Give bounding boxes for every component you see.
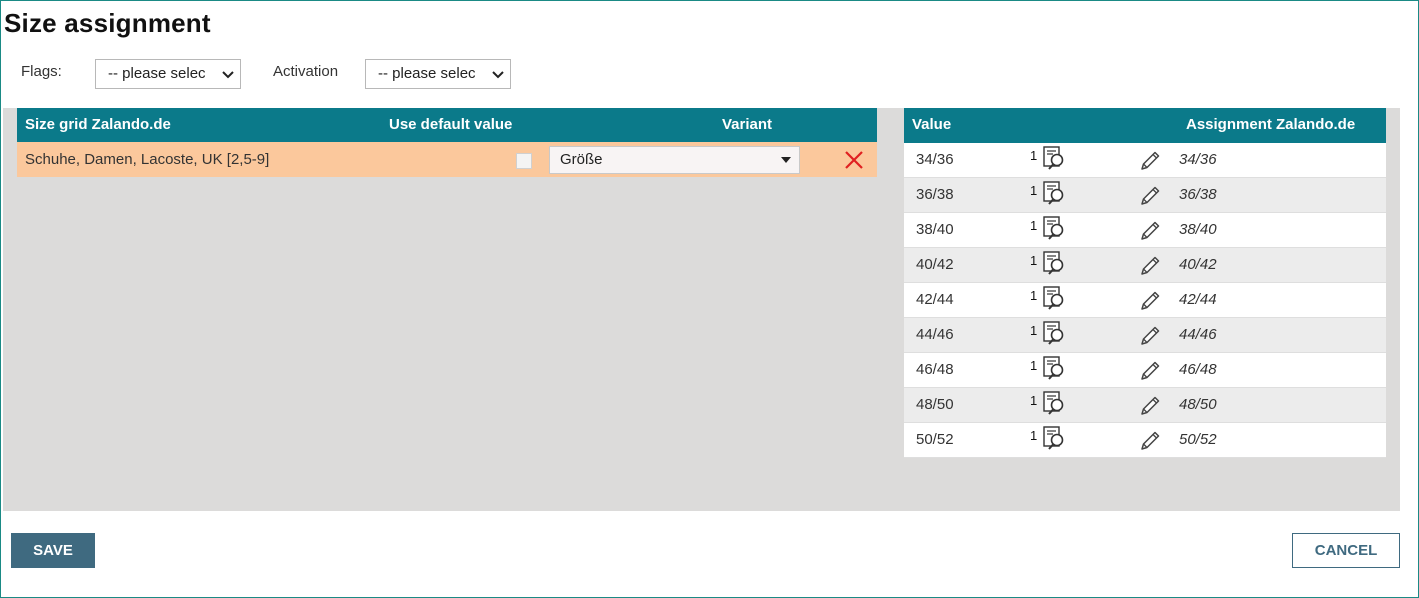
assignment-text: 48/50	[1179, 396, 1217, 413]
value-text: 44/46	[916, 326, 954, 343]
pencil-icon[interactable]	[1138, 254, 1162, 278]
value-count: 1	[1030, 218, 1038, 233]
pencil-icon[interactable]	[1138, 359, 1162, 383]
value-text: 42/44	[916, 291, 954, 308]
value-text: 38/40	[916, 221, 954, 238]
chevron-down-icon	[492, 65, 504, 83]
assignment-text: 42/44	[1179, 291, 1217, 308]
activation-label: Activation	[273, 63, 339, 80]
activation-select[interactable]: -- please selec	[365, 59, 511, 89]
value-row: 34/36 1 34/36	[904, 143, 1386, 178]
value-text: 36/38	[916, 186, 954, 203]
variant-select[interactable]: Größe	[549, 146, 800, 174]
col-use-default: Use default value	[389, 116, 513, 133]
flags-select[interactable]: -- please selec	[95, 59, 241, 89]
assignment-text: 34/36	[1179, 151, 1217, 168]
document-search-icon[interactable]	[1042, 285, 1066, 311]
document-search-icon[interactable]	[1042, 390, 1066, 416]
col-variant: Variant	[722, 116, 773, 133]
pencil-icon[interactable]	[1138, 394, 1162, 418]
document-search-icon[interactable]	[1042, 250, 1066, 276]
value-row: 38/40 1 38/40	[904, 213, 1386, 248]
value-count: 1	[1030, 288, 1038, 303]
pencil-icon[interactable]	[1138, 219, 1162, 243]
use-default-checkbox[interactable]	[516, 153, 532, 169]
value-count: 1	[1030, 253, 1038, 268]
pencil-icon[interactable]	[1138, 184, 1162, 208]
flags-select-value: -- please selec	[108, 65, 206, 82]
value-count: 1	[1030, 358, 1038, 373]
value-row: 46/48 1 46/48	[904, 353, 1386, 388]
value-row: 50/52 1 50/52	[904, 423, 1386, 458]
value-count: 1	[1030, 428, 1038, 443]
value-row: 42/44 1 42/44	[904, 283, 1386, 318]
assignment-text: 50/52	[1179, 431, 1217, 448]
document-search-icon[interactable]	[1042, 320, 1066, 346]
value-row: 48/50 1 48/50	[904, 388, 1386, 423]
document-search-icon[interactable]	[1042, 145, 1066, 171]
page-title: Size assignment	[4, 8, 211, 38]
value-text: 48/50	[916, 396, 954, 413]
chevron-down-icon	[222, 65, 234, 83]
document-search-icon[interactable]	[1042, 355, 1066, 381]
assignment-text: 38/40	[1179, 221, 1217, 238]
size-grid-header: Size grid Zalando.de Use default value V…	[17, 108, 877, 142]
size-grid-row[interactable]: Schuhe, Damen, Lacoste, UK [2,5-9] Größe	[17, 142, 877, 177]
pencil-icon[interactable]	[1138, 149, 1162, 173]
assignment-text: 46/48	[1179, 361, 1217, 378]
close-icon[interactable]	[843, 149, 865, 171]
value-text: 46/48	[916, 361, 954, 378]
col-assignment: Assignment Zalando.de	[1186, 116, 1356, 133]
value-count: 1	[1030, 323, 1038, 338]
col-size-grid: Size grid Zalando.de	[25, 116, 171, 133]
document-search-icon[interactable]	[1042, 215, 1066, 241]
pencil-icon[interactable]	[1138, 324, 1162, 348]
value-text: 50/52	[916, 431, 954, 448]
flags-label: Flags:	[21, 63, 62, 80]
value-row: 44/46 1 44/46	[904, 318, 1386, 353]
value-row: 40/42 1 40/42	[904, 248, 1386, 283]
document-search-icon[interactable]	[1042, 180, 1066, 206]
value-count: 1	[1030, 183, 1038, 198]
col-value: Value	[912, 116, 952, 133]
assignment-text: 36/38	[1179, 186, 1217, 203]
cancel-button[interactable]: CANCEL	[1292, 533, 1400, 568]
value-text: 40/42	[916, 256, 954, 273]
values-header: Value Assignment Zalando.de	[904, 108, 1386, 143]
caret-down-icon	[781, 157, 791, 163]
value-count: 1	[1030, 393, 1038, 408]
value-row: 36/38 1 36/38	[904, 178, 1386, 213]
assignment-text: 40/42	[1179, 256, 1217, 273]
value-count: 1	[1030, 148, 1038, 163]
save-button[interactable]: SAVE	[11, 533, 95, 568]
values-list: 34/36 1 34/36 36/38 1 36/38 38/40 1 38/40 40/42 1 4…	[904, 143, 1386, 458]
pencil-icon[interactable]	[1138, 289, 1162, 313]
document-search-icon[interactable]	[1042, 425, 1066, 451]
size-grid-name: Schuhe, Damen, Lacoste, UK [2,5-9]	[25, 151, 270, 168]
variant-select-value: Größe	[560, 151, 603, 168]
value-text: 34/36	[916, 151, 954, 168]
assignment-text: 44/46	[1179, 326, 1217, 343]
pencil-icon[interactable]	[1138, 429, 1162, 453]
activation-select-value: -- please selec	[378, 65, 476, 82]
